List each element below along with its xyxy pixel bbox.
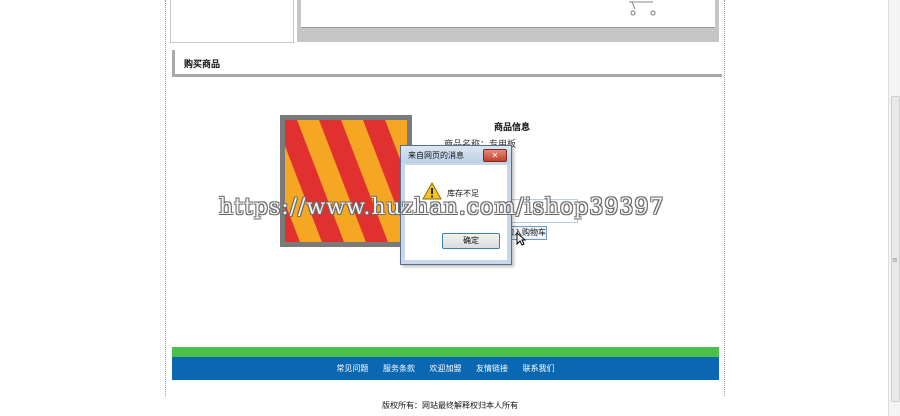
footer-nav: 常见问题 服务条款 欢迎加盟 友情链接 联系我们 (172, 363, 719, 374)
dialog-title: 来自网页的消息 (408, 151, 464, 160)
footer-link-join[interactable]: 欢迎加盟 (430, 364, 462, 373)
footer-link-terms[interactable]: 服务条款 (383, 364, 415, 373)
vertical-scrollbar[interactable]: ≡ (888, 0, 900, 416)
footer-green-bar (172, 347, 719, 357)
watermark: https://www.huzhan.com/ishop39397 (219, 195, 665, 220)
footer-link-faq[interactable]: 常见问题 (336, 364, 368, 373)
footer-link-friends[interactable]: 友情链接 (476, 364, 508, 373)
left-sidebar-box (170, 0, 294, 43)
product-photo (285, 120, 407, 242)
product-info-title: 商品信息 (494, 123, 531, 133)
top-banner (297, 0, 719, 42)
section-title: 购买商品 (184, 60, 221, 70)
page-frame-left (165, 0, 166, 396)
mouse-cursor-icon (516, 232, 526, 246)
product-image (280, 115, 412, 247)
banner-image (301, 0, 715, 28)
ok-button[interactable]: 确定 (442, 233, 500, 249)
section-header: 购买商品 (172, 50, 722, 77)
scroll-grip-icon: ≡ (892, 256, 898, 264)
cart-icon (629, 1, 656, 16)
footer-nav-bar: 常见问题 服务条款 欢迎加盟 友情链接 联系我们 (172, 357, 719, 380)
copyright-text: 版权所有：网站最终解释权归本人所有 (382, 401, 518, 410)
close-icon[interactable]: ✕ (483, 149, 507, 162)
scrollbar-thumb[interactable] (891, 96, 900, 402)
footer-link-contact[interactable]: 联系我们 (523, 364, 555, 373)
dialog-titlebar[interactable]: 来自网页的消息 ✕ (401, 146, 511, 163)
page-frame-right (724, 0, 725, 396)
